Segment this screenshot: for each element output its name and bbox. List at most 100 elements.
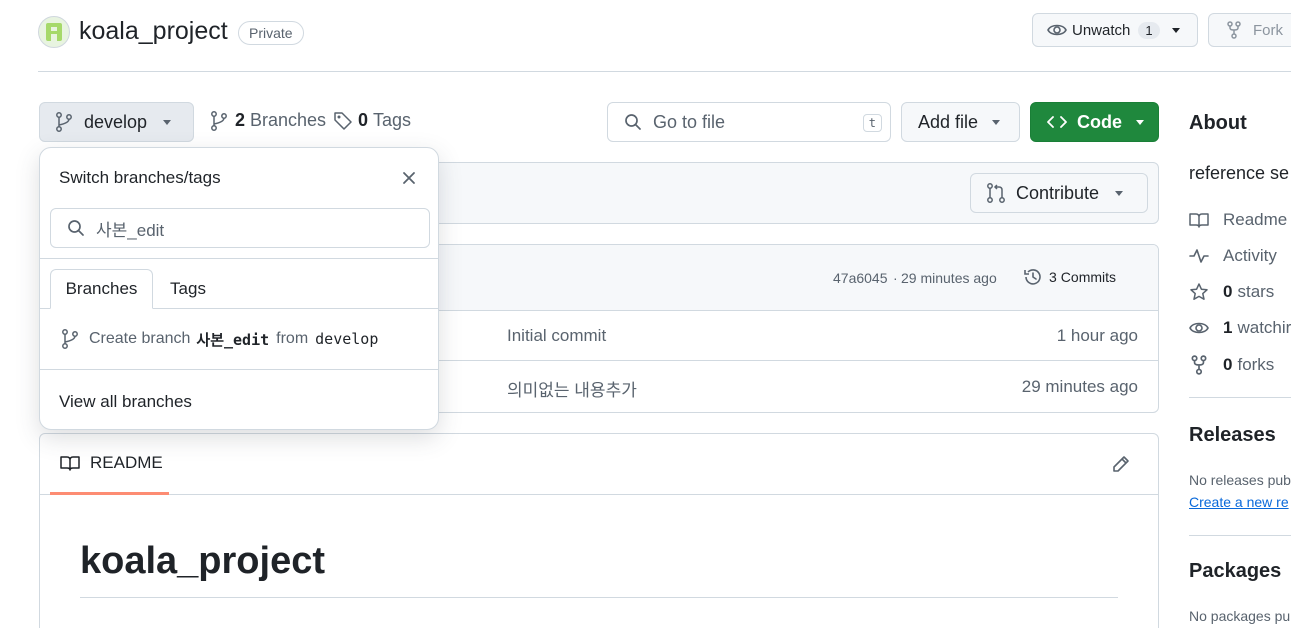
branches-count: 2 [235, 110, 246, 130]
tab-tags-label: Tags [170, 279, 206, 298]
about-item-stars[interactable]: 0 stars [1189, 282, 1274, 302]
packages-empty: No packages pu [1189, 608, 1291, 624]
readme-heading: koala_project [80, 540, 325, 582]
fork-label: Fork [1253, 21, 1283, 39]
create-branch-prefix: Create branch [89, 330, 191, 347]
commits-label: Commits [1060, 269, 1117, 285]
book-icon [60, 455, 80, 471]
add-file-button[interactable]: Add file [901, 102, 1020, 142]
about-item-watching[interactable]: 1 watchir [1189, 318, 1291, 338]
readme-heading-rule [80, 597, 1118, 598]
dropdown-title: Switch branches/tags [59, 168, 221, 187]
branch-name: develop [84, 111, 148, 132]
watch-count: 1 [1138, 21, 1160, 39]
dropdown-footer-divider [40, 369, 438, 370]
create-branch-from: from [276, 330, 309, 347]
book-icon [1189, 212, 1209, 228]
about-description: reference se [1189, 163, 1290, 183]
tab-tags[interactable]: Tags [153, 269, 223, 309]
branch-search-value: 사본_edit [96, 220, 165, 240]
branch-search-input[interactable]: 사본_edit [50, 208, 430, 248]
commits-count: 3 [1049, 269, 1057, 285]
go-to-file-input[interactable]: Go to file t [607, 102, 891, 142]
create-branch-item[interactable]: Create branch 사본_edit from develop [40, 309, 438, 369]
contribute-button[interactable]: Contribute [970, 173, 1148, 213]
releases-empty: No releases pub [1189, 472, 1291, 488]
about-item-activity[interactable]: Activity [1189, 246, 1277, 266]
header-divider [38, 71, 1291, 72]
branch-select-button[interactable]: develop [39, 102, 194, 142]
about-item-label: Activity [1223, 246, 1277, 265]
about-item-count: 0 [1223, 282, 1233, 301]
pencil-icon[interactable] [1112, 455, 1130, 473]
chevron-down-icon [992, 119, 1001, 125]
tag-icon [333, 111, 353, 131]
dropdown-tabs-divider [40, 258, 438, 259]
commit-separator: · [893, 270, 898, 286]
file-commit-time: 1 hour ago [1056, 326, 1138, 345]
chevron-down-icon [1136, 119, 1144, 125]
create-release-link[interactable]: Create a new re [1189, 494, 1289, 510]
eye-icon [1189, 320, 1209, 336]
sidebar-divider [1189, 397, 1291, 398]
about-item-count: 1 [1223, 318, 1233, 337]
file-commit-time: 29 minutes ago [1021, 377, 1138, 396]
tab-branches[interactable]: Branches [50, 269, 153, 309]
code-button[interactable]: Code [1030, 102, 1159, 142]
commits-link[interactable]: 3 Commits [1023, 267, 1116, 287]
about-item-label: Readme [1223, 210, 1288, 229]
repo-avatar [38, 16, 70, 48]
search-icon [67, 219, 85, 237]
releases-title: Releases [1189, 424, 1276, 446]
repo-name-link[interactable]: koala_project [79, 17, 228, 46]
commit-hash[interactable]: 47a6045 [833, 270, 888, 286]
commit-time: 29 minutes ago [901, 270, 997, 286]
readme-tab-label: README [90, 453, 163, 472]
code-label: Code [1077, 111, 1122, 132]
git-branch-icon [56, 112, 72, 132]
tags-link[interactable]: 0 Tags [333, 110, 411, 131]
readme-tab[interactable]: README [50, 434, 169, 495]
tags-count: 0 [358, 110, 369, 130]
contribute-label: Contribute [1016, 182, 1100, 203]
about-item-label: stars [1237, 282, 1275, 301]
git-branch-icon [211, 110, 227, 131]
git-branch-icon [62, 329, 78, 349]
about-title: About [1189, 112, 1247, 134]
visibility-badge: Private [238, 21, 304, 45]
create-branch-name: 사본_edit [196, 330, 270, 349]
pulse-icon [1189, 248, 1209, 264]
branch-dropdown: Switch branches/tags 사본_edit Branches Ta… [39, 147, 439, 430]
about-item-label: forks [1237, 355, 1275, 374]
unwatch-button[interactable]: Unwatch 1 [1032, 13, 1198, 47]
about-item-count: 0 [1223, 355, 1233, 374]
history-icon [1023, 267, 1043, 287]
branches-link[interactable]: 2 Branches [211, 110, 326, 131]
chevron-down-icon [163, 119, 172, 125]
shortcut-key: t [862, 114, 882, 132]
unwatch-label: Unwatch [1072, 21, 1131, 39]
chevron-down-icon [1115, 190, 1124, 196]
tags-label: Tags [373, 110, 412, 130]
fork-icon [1189, 355, 1207, 375]
pull-request-icon [987, 183, 1005, 203]
about-item-forks[interactable]: 0 forks [1189, 355, 1274, 375]
close-icon[interactable] [402, 171, 416, 185]
readme-box: README koala_project [39, 433, 1159, 628]
go-to-file-placeholder: Go to file [653, 111, 726, 132]
branches-label: Branches [250, 110, 327, 130]
create-branch-source: develop [315, 330, 379, 348]
file-commit-message[interactable]: Initial commit [507, 326, 606, 346]
tab-branches-label: Branches [65, 279, 138, 298]
packages-title: Packages [1189, 560, 1282, 582]
chevron-down-icon [1171, 27, 1180, 33]
eye-icon [1047, 22, 1067, 38]
file-commit-message[interactable]: 의미없는 내용추가 [507, 376, 637, 401]
fork-button[interactable]: Fork [1208, 13, 1291, 47]
view-all-branches-link[interactable]: View all branches [59, 392, 192, 412]
about-item-label: watchir [1237, 318, 1291, 337]
about-item-readme[interactable]: Readme [1189, 210, 1287, 230]
code-icon [1047, 115, 1067, 129]
readme-header: README [40, 434, 1158, 495]
fork-icon [1227, 21, 1241, 39]
